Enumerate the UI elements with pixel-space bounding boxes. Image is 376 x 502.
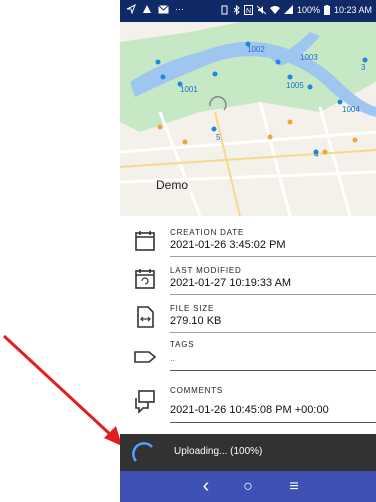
last-modified-value: 2021-01-27 10:19:33 AM xyxy=(170,277,292,289)
navigation-bar: ‹ ○ ≡ xyxy=(120,471,376,502)
map-view[interactable]: 1002 1003 1001 1005 1004 5 4 3 Demo xyxy=(120,22,376,216)
clock: 10:23 AM xyxy=(333,5,372,15)
creation-date-value: 2021-01-26 3:45:02 PM xyxy=(170,239,286,251)
file-size-icon xyxy=(137,306,154,328)
map-label: Demo xyxy=(156,178,188,192)
calendar-icon xyxy=(135,231,155,251)
map-point-label: 4 xyxy=(314,150,319,159)
map-point-label: 3 xyxy=(361,63,366,72)
battery-icon xyxy=(323,5,330,15)
mail-icon xyxy=(158,4,169,13)
tags-label: TAGS xyxy=(170,340,195,349)
comments-label: COMMENTS xyxy=(170,386,224,395)
gps-icon xyxy=(126,4,136,14)
bluetooth-icon xyxy=(233,5,240,15)
divider xyxy=(170,256,376,257)
progress-spinner-icon xyxy=(132,442,153,462)
more-icon: ··· xyxy=(175,4,184,14)
upload-status-text: Uploading... (100%) xyxy=(174,446,263,457)
status-bar: ··· N 100% 10:23 AM xyxy=(120,0,376,22)
phone-screen: ··· N 100% 10:23 AM 1002 1003 1001 1005 … xyxy=(120,0,376,502)
wifi-icon xyxy=(269,6,280,14)
comments-value[interactable]: 2021-01-26 10:45:08 PM +00:00 xyxy=(170,404,329,416)
upload-toast: Uploading... (100%) xyxy=(120,434,376,471)
battery-percent: 100% xyxy=(296,5,320,15)
tags-value[interactable]: .. xyxy=(170,353,175,363)
comments-underline xyxy=(170,422,376,423)
alert-icon xyxy=(143,5,151,13)
map-point-label: 1001 xyxy=(180,85,198,94)
file-size-label: FILE SIZE xyxy=(170,304,215,313)
mute-icon xyxy=(256,5,266,15)
creation-date-label: CREATION DATE xyxy=(170,228,245,237)
menu-button[interactable]: ≡ xyxy=(282,477,306,497)
tag-icon xyxy=(134,351,157,363)
tags-underline xyxy=(170,370,376,371)
file-details: CREATION DATE 2021-01-26 3:45:02 PM LAST… xyxy=(120,216,376,434)
divider xyxy=(170,294,376,295)
signal-icon xyxy=(283,5,293,14)
map-point-label: 5 xyxy=(216,133,221,142)
nfc-icon: N xyxy=(243,5,253,15)
comment-icon xyxy=(135,390,155,414)
map-point-label: 1002 xyxy=(247,45,265,54)
back-button[interactable]: ‹ xyxy=(194,476,218,497)
svg-text:N: N xyxy=(246,8,251,15)
map-point-label: 1003 xyxy=(300,53,318,62)
file-size-value: 279.10 KB xyxy=(170,315,222,327)
home-button[interactable]: ○ xyxy=(236,477,260,497)
map-point-label: 1004 xyxy=(342,105,360,114)
calendar-refresh-icon xyxy=(135,269,155,289)
vibrate-icon xyxy=(221,5,228,15)
last-modified-label: LAST MODIFIED xyxy=(170,266,242,275)
red-arrow-annotation xyxy=(2,334,122,446)
map-point-label: 1005 xyxy=(286,81,304,90)
divider xyxy=(170,332,376,333)
